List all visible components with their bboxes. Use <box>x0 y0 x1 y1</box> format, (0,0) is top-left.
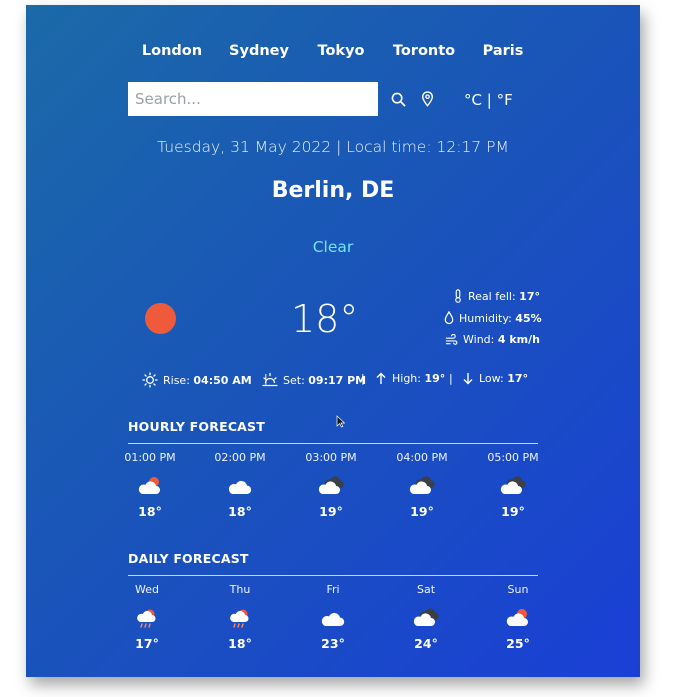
weather-condition: Clear <box>312 238 354 256</box>
sunrise-info: Rise: 04:50 AM <box>142 372 252 388</box>
location-pin-icon[interactable] <box>421 91 434 107</box>
cloud-dark-icon <box>407 476 437 496</box>
weather-card: London Sydney Tokyo Toronto Paris °C | °… <box>26 5 640 677</box>
arrow-up-icon <box>375 372 387 385</box>
humidity-row: Humidity: 45% <box>444 311 542 325</box>
daily-item: Sat 24° <box>386 583 466 651</box>
daily-item: Sun 25° <box>478 583 558 651</box>
wind-row: Wind: 4 km/h <box>445 333 540 346</box>
sunset-info: Set: 09:17 PM <box>262 372 366 388</box>
thermometer-icon <box>453 289 463 303</box>
cloud-sun-icon <box>503 608 533 628</box>
daily-day: Fri <box>326 583 340 596</box>
humidity-value: 45% <box>515 311 542 325</box>
cloud-dark-icon <box>498 476 528 496</box>
local-datetime: Tuesday, 31 May 2022 | Local time: 12:17… <box>157 138 509 156</box>
mouse-cursor-icon <box>336 415 345 428</box>
divider <box>128 575 538 576</box>
droplet-icon <box>444 311 454 325</box>
hourly-temp: 19° <box>410 504 434 519</box>
city-link-toronto[interactable]: Toronto <box>393 43 455 59</box>
sunrise-value: 04:50 AM <box>193 373 252 387</box>
sunset-label: Set: <box>283 373 305 387</box>
sunrise-label: Rise: <box>163 373 190 387</box>
hourly-temp: 19° <box>501 504 525 519</box>
high-label: High: <box>392 372 421 385</box>
high-info: High: 19° <box>375 372 445 385</box>
city-link-paris[interactable]: Paris <box>483 43 524 59</box>
humidity-label: Humidity: <box>459 311 512 325</box>
city-link-london[interactable]: London <box>142 43 202 59</box>
daily-day: Thu <box>229 583 251 596</box>
cloud-dark-icon <box>316 476 346 496</box>
hourly-item: 02:00 PM 18° <box>200 451 280 519</box>
current-temperature: 18° <box>291 297 359 341</box>
hourly-time: 02:00 PM <box>214 451 266 464</box>
daily-item: Wed 17° <box>107 583 187 651</box>
cloud-sun-rain-icon <box>225 608 255 628</box>
cloud-sun-icon <box>135 476 165 496</box>
low-value: 17° <box>507 372 529 385</box>
daily-temp: 18° <box>228 636 252 651</box>
city-link-sydney[interactable]: Sydney <box>229 43 289 59</box>
arrow-down-icon <box>462 372 474 385</box>
daily-day: Sun <box>507 583 529 596</box>
search-input[interactable] <box>128 82 378 116</box>
hourly-time: 05:00 PM <box>487 451 539 464</box>
daily-day: Wed <box>135 583 159 596</box>
daily-temp: 25° <box>506 636 530 651</box>
separator: | <box>361 372 365 385</box>
low-info: Low: 17° <box>462 372 528 385</box>
wind-label: Wind: <box>463 333 495 346</box>
hourly-temp: 19° <box>319 504 343 519</box>
daily-temp: 23° <box>321 636 345 651</box>
hourly-item: 05:00 PM 19° <box>473 451 553 519</box>
hourly-temp: 18° <box>138 504 162 519</box>
unit-toggle[interactable]: °C | °F <box>464 91 513 109</box>
divider <box>128 443 538 444</box>
daily-day: Sat <box>416 583 436 596</box>
sunset-value: 09:17 PM <box>308 373 367 387</box>
hourly-item: 04:00 PM 19° <box>382 451 462 519</box>
daily-item: Thu 18° <box>200 583 280 651</box>
search-icon[interactable] <box>391 92 406 107</box>
city-link-tokyo[interactable]: Tokyo <box>318 43 365 59</box>
cloud-sun-rain-icon <box>132 608 162 628</box>
hourly-forecast-title: HOURLY FORECAST <box>128 419 265 434</box>
sunset-icon <box>262 372 278 388</box>
sunrise-icon <box>142 372 158 388</box>
cloud-dark-icon <box>411 608 441 628</box>
hourly-item: 01:00 PM 18° <box>110 451 190 519</box>
low-label: Low: <box>479 372 504 385</box>
wind-value: 4 km/h <box>497 333 540 346</box>
real-feel-label: Real fell: <box>468 289 516 303</box>
real-feel-row: Real fell: 17° <box>453 289 540 303</box>
real-feel-value: 17° <box>519 289 540 303</box>
separator: | <box>449 372 453 385</box>
hourly-temp: 18° <box>228 504 252 519</box>
hourly-time: 03:00 PM <box>305 451 357 464</box>
daily-temp: 24° <box>414 636 438 651</box>
hourly-item: 03:00 PM 19° <box>291 451 371 519</box>
cloud-icon <box>225 476 255 496</box>
wind-icon <box>445 333 458 346</box>
cloud-icon <box>318 608 348 628</box>
hourly-time: 01:00 PM <box>124 451 176 464</box>
sun-icon <box>145 303 176 334</box>
high-value: 19° <box>424 372 446 385</box>
daily-temp: 17° <box>135 636 159 651</box>
daily-forecast-title: DAILY FORECAST <box>128 551 249 566</box>
hourly-time: 04:00 PM <box>396 451 448 464</box>
location-title: Berlin, DE <box>271 178 395 203</box>
daily-item: Fri 23° <box>293 583 373 651</box>
